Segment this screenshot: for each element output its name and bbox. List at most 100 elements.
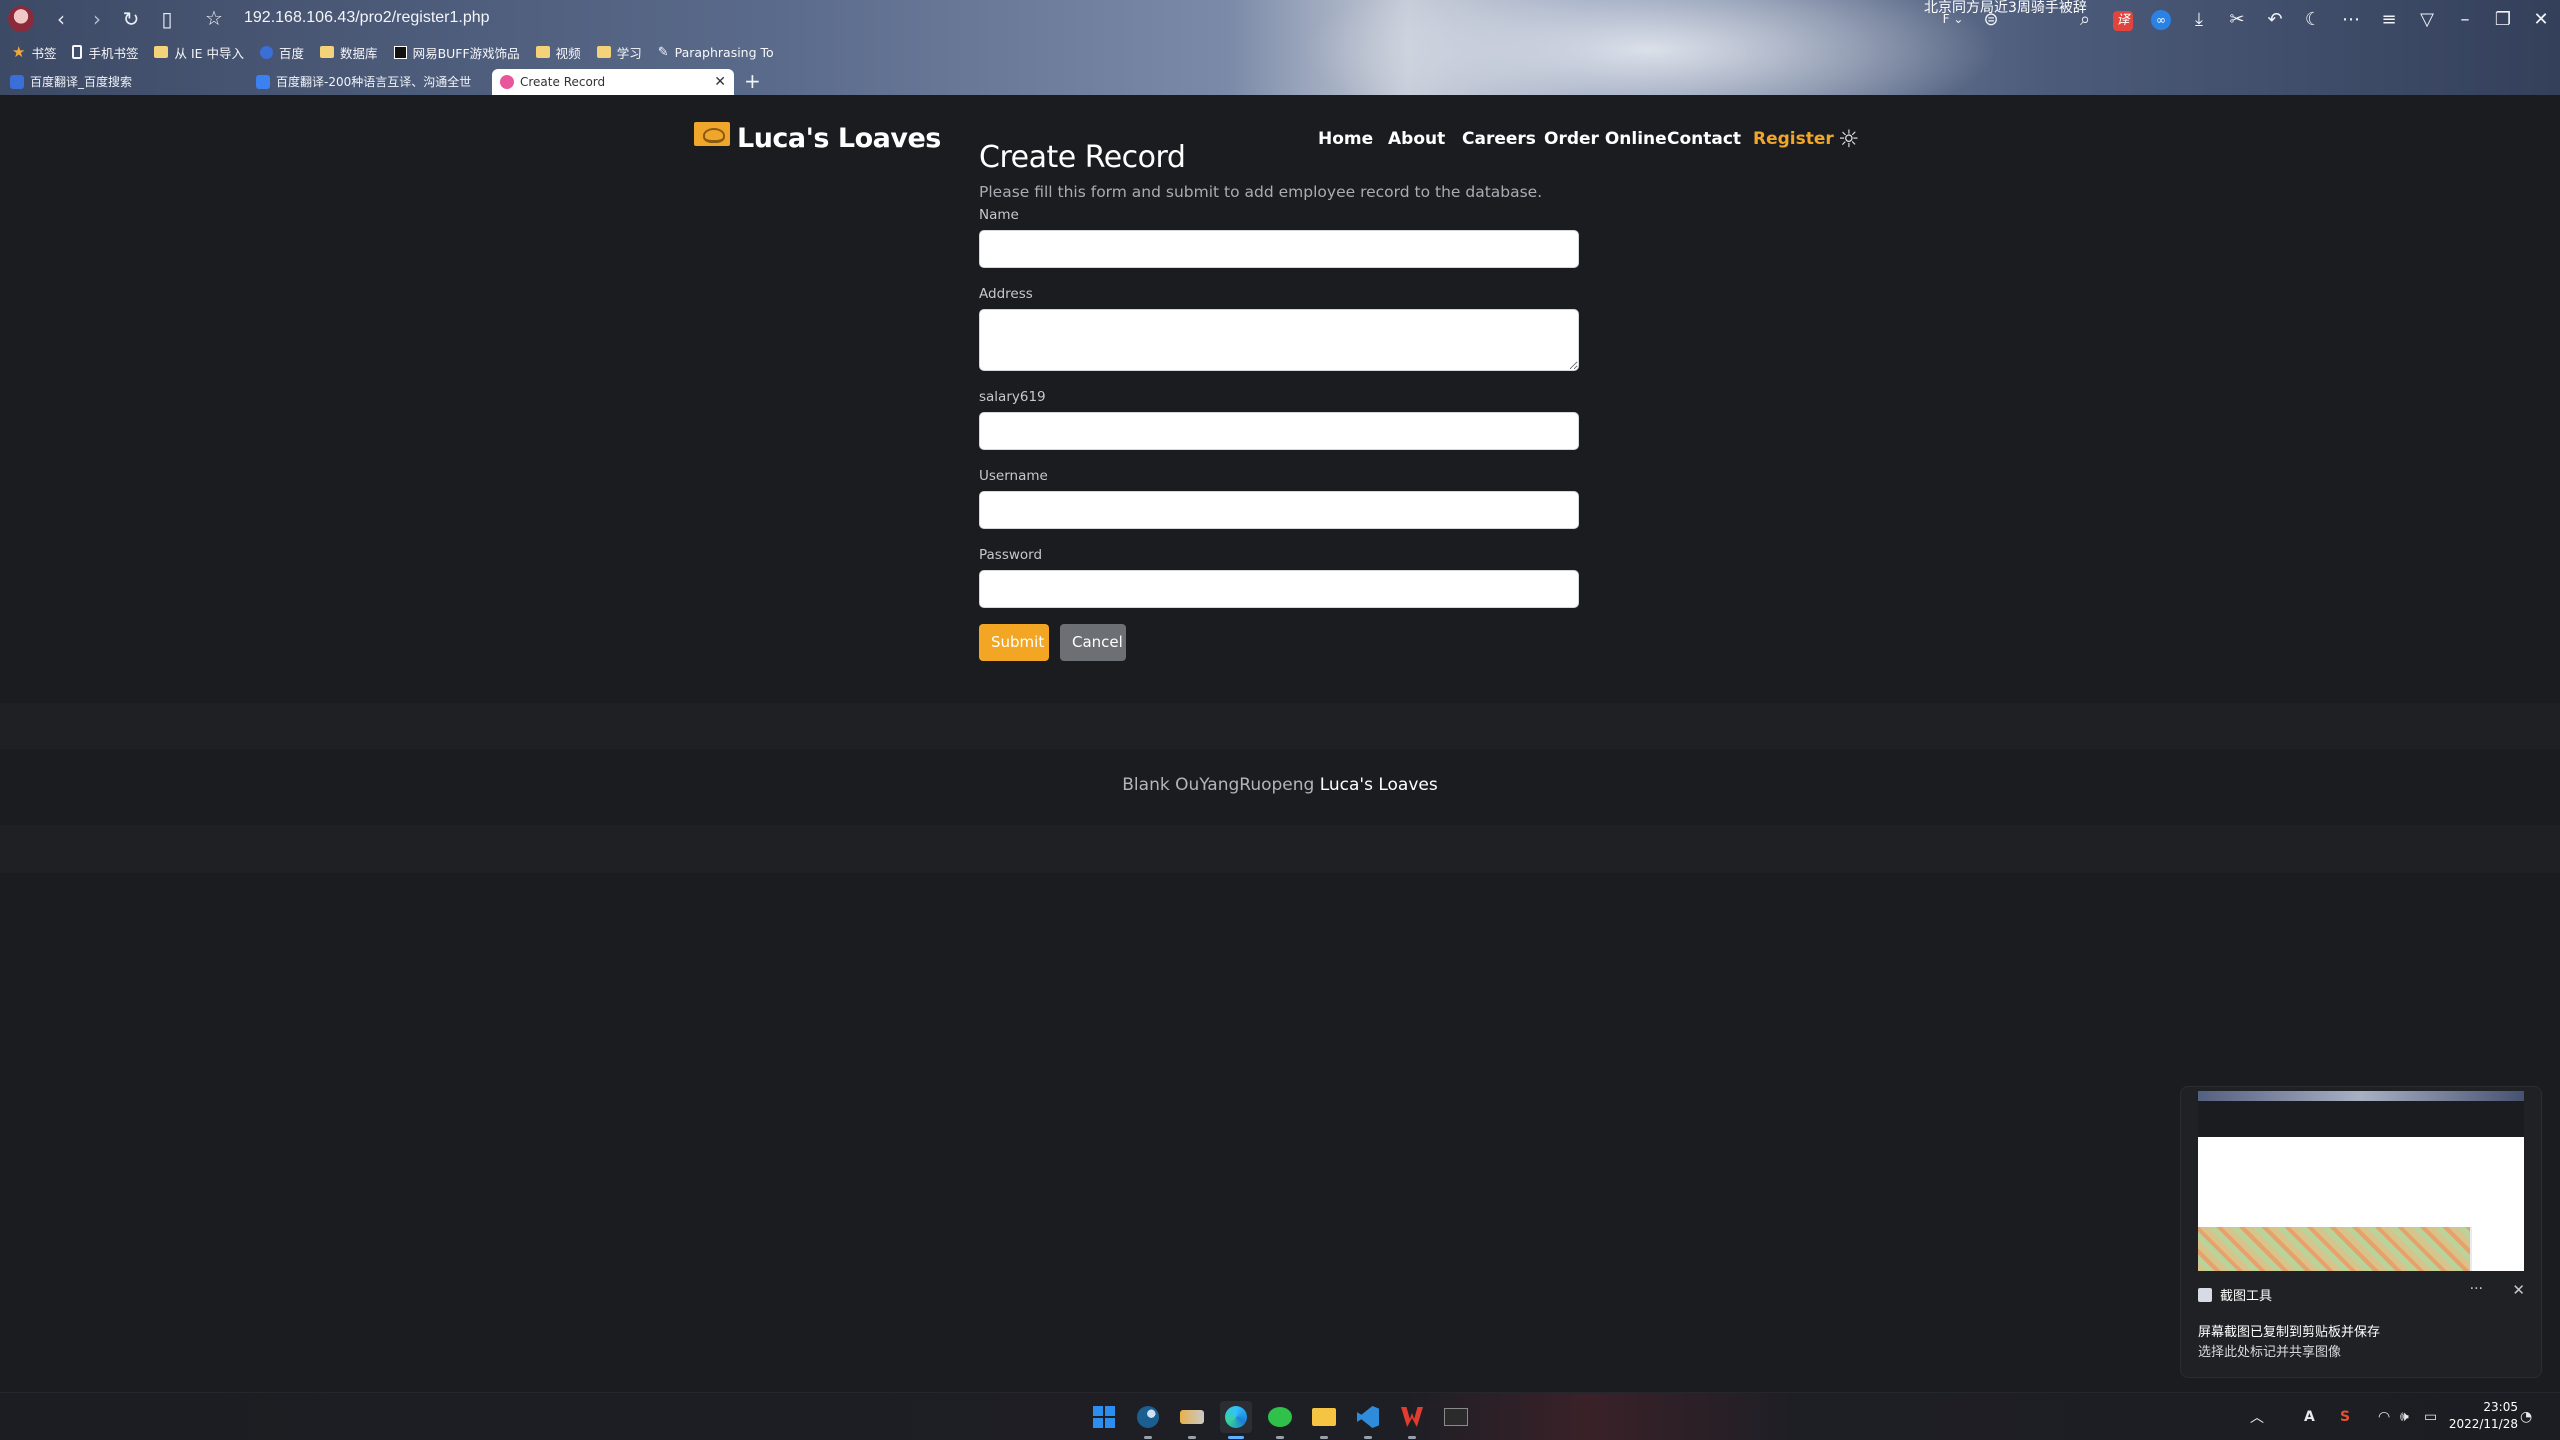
buff-icon (393, 45, 407, 59)
clock-date: 2022/11/28 (2448, 1417, 2518, 1431)
footer-divider-bottom (0, 825, 2560, 873)
bookmark-star-icon[interactable]: ☆ (205, 6, 223, 30)
extension-icon[interactable]: ∞ (2142, 8, 2180, 30)
browser-taskbar-icon[interactable] (1220, 1401, 1252, 1439)
page-title: Create Record (979, 140, 1186, 175)
bookmark-item[interactable]: 手机书签 (72, 43, 138, 62)
close-window-icon[interactable]: ✕ (2522, 9, 2560, 30)
toast-body: 选择此处标记并共享图像 (2198, 1345, 2342, 1360)
footer-divider-top (0, 703, 2560, 749)
back-arrow-icon[interactable]: ‹ (48, 6, 74, 32)
clock-time: 23:05 (2483, 1400, 2518, 1414)
star-icon: ★ (12, 43, 26, 61)
footer-credit-author: Blank OuYangRuopeng (1122, 775, 1315, 795)
translate-extension-icon[interactable]: 译 (2104, 8, 2142, 31)
folder-icon (320, 46, 335, 58)
snipping-tool-notification[interactable]: 截图工具 ··· ✕ 屏幕截图已复制到剪贴板并保存 选择此处标记并共享图像 (2180, 1086, 2542, 1378)
cancel-button[interactable]: Cancel (1060, 624, 1126, 661)
salary-label: salary619 (979, 389, 1046, 405)
bookmark-item[interactable]: 百度 (260, 43, 304, 62)
reload-icon[interactable]: ↻ (118, 6, 144, 32)
night-mode-icon[interactable]: ☾ (2294, 9, 2332, 30)
baidu-icon (10, 75, 24, 89)
forward-arrow-icon[interactable]: › (84, 6, 110, 32)
notification-center-icon[interactable]: ◔ (2520, 1393, 2532, 1440)
bookmarks-bar: ★ 书签 手机书签 从 IE 中导入 百度 数据库 网易BUFF游戏饰品 视频 学… (0, 40, 2560, 64)
tray-overflow-chevron-icon[interactable]: ︿ (2250, 1393, 2264, 1440)
restore-icon[interactable]: ❐ (2484, 9, 2522, 30)
ticker-toggle-icon[interactable]: F ⌄ (1934, 12, 1972, 26)
snipping-tool-icon (2198, 1287, 2212, 1302)
phone-icon (72, 45, 83, 59)
folder-icon (596, 46, 611, 58)
name-input[interactable] (979, 230, 1579, 268)
toast-app-name: 截图工具 (2198, 1285, 2272, 1304)
salary-input[interactable] (979, 412, 1579, 450)
profile-avatar-icon[interactable] (8, 6, 34, 32)
nav-register[interactable]: Register (1753, 129, 1834, 149)
username-label: Username (979, 468, 1048, 484)
footer-credit: Blank OuYangRuopeng Luca's Loaves (0, 775, 2560, 795)
pen-icon: ✎ (657, 44, 669, 60)
file-explorer-icon[interactable] (1308, 1401, 1340, 1439)
browser-chrome: ‹ › ↻ ▯ ☆ 192.168.106.43/pro2/register1.… (0, 0, 2560, 95)
shirt-skin-icon[interactable]: ▽ (2408, 9, 2446, 30)
more-icon[interactable]: ⋯ (2332, 9, 2370, 30)
toast-title: 屏幕截图已复制到剪贴板并保存 (2198, 1325, 2381, 1340)
page-subtitle: Please fill this form and submit to add … (979, 183, 1543, 201)
vscode-icon[interactable] (1352, 1401, 1384, 1439)
bookmark-item[interactable]: 网易BUFF游戏饰品 (393, 43, 520, 62)
nav-contact[interactable]: Contact (1667, 129, 1741, 149)
baidu-icon (260, 45, 274, 59)
screenshot-thumbnail[interactable] (2198, 1091, 2524, 1271)
new-tab-icon[interactable]: + (744, 69, 761, 93)
tab-create-record[interactable]: Create Record ✕ (492, 69, 734, 95)
close-tab-icon[interactable]: ✕ (714, 69, 726, 95)
site-favicon-icon (500, 75, 514, 89)
folder-icon (154, 46, 169, 58)
steam-icon[interactable] (1132, 1401, 1164, 1439)
bookmark-item[interactable]: 数据库 (320, 43, 378, 62)
tab-baidu-translate[interactable]: 百度翻译-200种语言互译、沟通全世 (248, 69, 488, 95)
bookmark-item[interactable]: ★ 书签 (12, 43, 56, 62)
search-engine-icon[interactable]: ⊜ (1972, 9, 2010, 30)
game-launcher-icon[interactable] (1176, 1401, 1208, 1439)
terminal-icon[interactable] (1440, 1401, 1472, 1433)
bookmark-item[interactable]: ✎ Paraphrasing To (658, 45, 774, 60)
brand-name[interactable]: Luca's Loaves (737, 123, 941, 154)
tab-baidu-search[interactable]: 百度翻译_百度搜索 (2, 69, 242, 95)
system-clock[interactable]: 23:05 2022/11/28 (2449, 1399, 2518, 1433)
wifi-icon[interactable]: ◠ (2378, 1393, 2390, 1440)
battery-icon[interactable]: ▭ (2424, 1393, 2437, 1440)
address-textarea[interactable] (979, 309, 1579, 371)
bread-logo-icon[interactable] (694, 122, 730, 146)
bookmark-item[interactable]: 学习 (596, 43, 642, 62)
toolbar-right: F ⌄ ⊜ ⌕ 译 ∞ ⤓ ✂ ↶ ☾ ⋯ ≡ ▽ – ❐ ✕ (1934, 4, 2560, 34)
username-input[interactable] (979, 491, 1579, 529)
name-label: Name (979, 207, 1019, 223)
footer-credit-brand[interactable]: Luca's Loaves (1320, 775, 1438, 795)
address-bar-url[interactable]: 192.168.106.43/pro2/register1.php (244, 9, 490, 27)
wps-office-icon[interactable] (1396, 1401, 1428, 1439)
undo-icon[interactable]: ↶ (2256, 9, 2294, 30)
ime-indicator[interactable]: A (2304, 1393, 2315, 1440)
sogou-input-icon[interactable]: S (2340, 1393, 2350, 1440)
start-windows-icon[interactable] (1088, 1401, 1120, 1433)
menu-icon[interactable]: ≡ (2370, 9, 2408, 30)
submit-button[interactable]: Submit (979, 624, 1049, 661)
form-actions: Submit Cancel (979, 624, 1581, 661)
toast-more-icon[interactable]: ··· (2470, 1281, 2483, 1297)
search-icon[interactable]: ⌕ (2066, 9, 2104, 30)
toast-close-icon[interactable]: ✕ (2512, 1281, 2525, 1299)
screenshot-icon[interactable]: ✂ (2218, 9, 2256, 30)
download-icon[interactable]: ⤓ (2180, 9, 2218, 30)
wechat-icon[interactable] (1264, 1401, 1296, 1439)
minimize-icon[interactable]: – (2446, 9, 2484, 30)
theme-toggle-sun-icon[interactable]: ☼ (1838, 125, 1860, 153)
translate-icon (256, 75, 270, 89)
volume-icon[interactable]: 🕪 (2400, 1393, 2409, 1440)
password-input[interactable] (979, 570, 1579, 608)
bookmark-item[interactable]: 视频 (535, 43, 581, 62)
reader-view-icon[interactable]: ▯ (154, 6, 180, 32)
bookmark-item[interactable]: 从 IE 中导入 (154, 43, 244, 62)
